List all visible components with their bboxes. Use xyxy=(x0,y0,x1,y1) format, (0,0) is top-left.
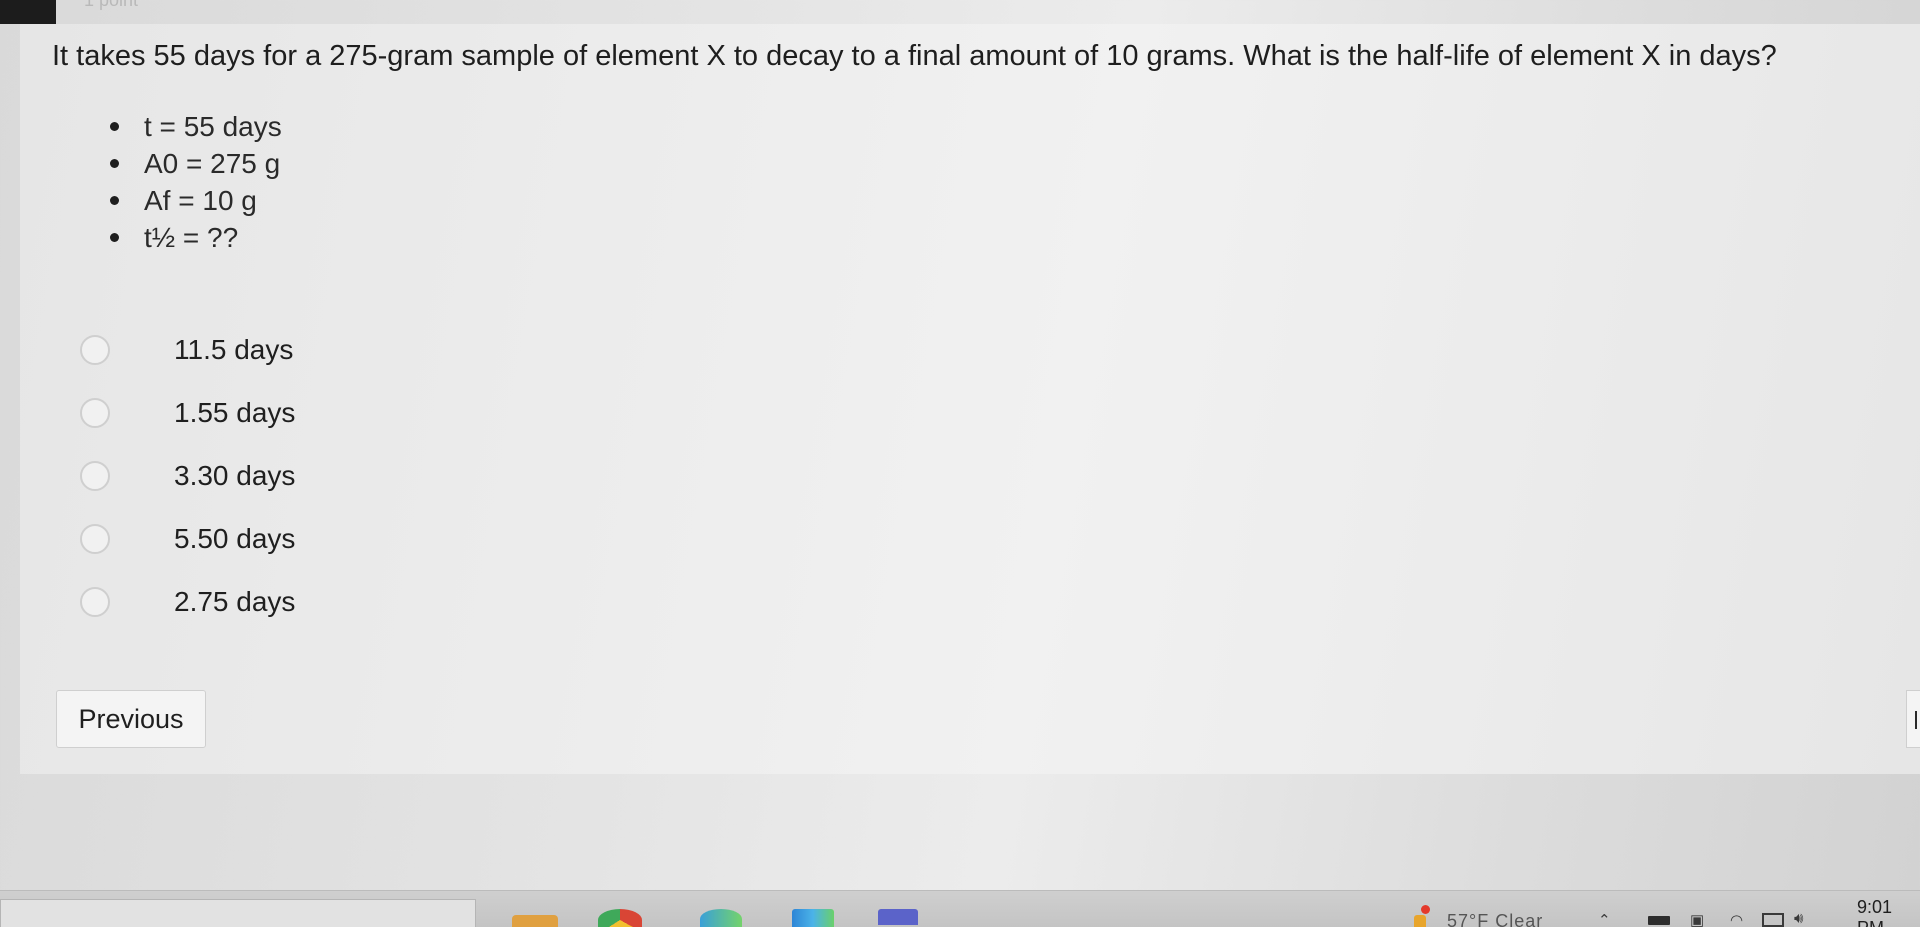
answer-label[interactable]: 1.55 days xyxy=(174,397,295,429)
camera-icon[interactable]: ▣ xyxy=(1690,911,1704,927)
next-button[interactable] xyxy=(1906,690,1920,748)
bullet-icon xyxy=(110,159,119,168)
question-text: It takes 55 days for a 275-gram sample o… xyxy=(52,40,1777,72)
radio-button[interactable] xyxy=(80,397,110,428)
answer-option[interactable]: 1.55 days xyxy=(80,381,295,444)
given-text: t½ = ?? xyxy=(144,222,239,253)
given-text: A0 = 275 g xyxy=(144,148,281,179)
answer-option[interactable]: 3.30 days xyxy=(80,444,295,507)
file-explorer-icon[interactable] xyxy=(512,915,558,927)
given-text: Af = 10 g xyxy=(144,185,257,216)
bullet-icon xyxy=(110,122,119,131)
store-icon[interactable] xyxy=(792,909,834,927)
previous-button[interactable]: Previous xyxy=(56,690,206,748)
weather-text[interactable]: 57°F Clear xyxy=(1447,911,1543,927)
given-item: A0 = 275 g xyxy=(110,145,282,182)
radio-button[interactable] xyxy=(80,334,110,365)
taskbar: 57°F Clear ⌃ ▣ ◠ 🔊︎ 9:01 PM xyxy=(0,890,1920,927)
question-card xyxy=(20,24,1920,774)
display-icon[interactable] xyxy=(1762,913,1784,927)
answer-option[interactable]: 11.5 days xyxy=(80,318,295,381)
answer-option[interactable]: 5.50 days xyxy=(80,507,295,570)
answer-option[interactable]: 2.75 days xyxy=(80,570,295,633)
answer-options: 11.5 days 1.55 days 3.30 days 5.50 days … xyxy=(80,318,295,633)
chrome-icon[interactable] xyxy=(598,909,642,927)
radio-button[interactable] xyxy=(80,586,110,617)
answer-label[interactable]: 5.50 days xyxy=(174,523,295,555)
bullet-icon xyxy=(110,196,119,205)
header-tab xyxy=(0,0,56,24)
given-item: t½ = ?? xyxy=(110,219,282,256)
answer-label[interactable]: 3.30 days xyxy=(174,460,295,492)
given-item: Af = 10 g xyxy=(110,182,282,219)
weather-icon[interactable] xyxy=(1414,915,1426,927)
edge-icon[interactable] xyxy=(700,909,742,927)
radio-button[interactable] xyxy=(80,460,110,491)
given-item: t = 55 days xyxy=(110,108,282,145)
points-label: 1 point xyxy=(84,0,139,10)
wifi-icon[interactable]: ◠ xyxy=(1730,911,1743,927)
volume-icon[interactable]: 🔊︎ xyxy=(1794,910,1803,927)
answer-label[interactable]: 2.75 days xyxy=(174,586,295,618)
taskbar-search-box[interactable] xyxy=(0,899,476,927)
radio-button[interactable] xyxy=(80,523,110,554)
teams-icon[interactable] xyxy=(878,909,918,925)
weather-alert-icon xyxy=(1421,905,1430,914)
battery-icon[interactable] xyxy=(1648,916,1670,925)
given-list: t = 55 days A0 = 275 g Af = 10 g t½ = ?? xyxy=(110,108,282,256)
chevron-up-icon[interactable]: ⌃ xyxy=(1598,911,1611,927)
given-text: t = 55 days xyxy=(144,111,282,142)
answer-label[interactable]: 11.5 days xyxy=(174,334,293,366)
clock[interactable]: 9:01 PM xyxy=(1857,897,1920,927)
bullet-icon xyxy=(110,233,119,242)
